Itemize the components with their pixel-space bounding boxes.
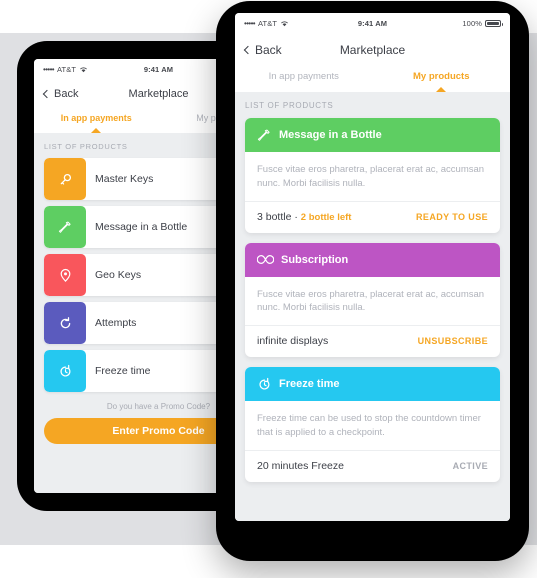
product-card-title: Subscription (281, 253, 349, 266)
product-card-footer: 20 minutes Freeze ACTIVE (245, 449, 500, 482)
pin-icon (44, 254, 86, 296)
infinity-icon (257, 254, 274, 265)
list-item-label: Message in a Bottle (95, 221, 188, 233)
signal-dots-icon: ••••• (244, 18, 256, 28)
back-button[interactable]: Back (42, 88, 79, 100)
product-card-title: Message in a Bottle (279, 129, 382, 141)
list-item-label: Geo Keys (95, 269, 142, 281)
back-button[interactable]: Back (243, 43, 282, 57)
back-button-label: Back (255, 43, 282, 57)
product-remaining: 2 bottle left (300, 211, 352, 223)
back-button-label: Back (54, 88, 79, 100)
product-card-title: Freeze time (279, 378, 340, 391)
status-bar-front: ••••• AT&T 9:41 AM 100% (235, 13, 510, 33)
carrier-label: AT&T (258, 18, 278, 28)
bottle-icon (44, 206, 86, 248)
carrier-label: AT&T (57, 64, 77, 74)
chevron-left-icon (42, 89, 52, 99)
battery-icon (485, 19, 503, 27)
refresh-icon (44, 302, 86, 344)
tab-in-app-payments[interactable]: In app payments (235, 67, 373, 88)
section-label: LIST OF PRODUCTS (245, 101, 334, 110)
bottle-icon (257, 128, 272, 143)
product-action-button[interactable]: READY TO USE (416, 212, 488, 222)
tab-in-app-payments[interactable]: In app payments (34, 109, 159, 129)
product-card-description: Freeze time can be used to stop the coun… (257, 413, 481, 438)
product-card[interactable]: Subscription Fusce vitae eros pharetra, … (245, 242, 500, 358)
product-amount: infinite displays (257, 335, 329, 348)
list-item-label: Attempts (95, 317, 137, 329)
product-card-description: Fusce vitae eros pharetra, placerat erat… (257, 288, 485, 314)
tab-my-products[interactable]: My products (373, 67, 511, 88)
battery-percent-label: 100% (462, 18, 482, 28)
clock-label: 9:41 AM (143, 64, 174, 74)
product-card-header: Message in a Bottle (245, 118, 500, 152)
wifi-icon (79, 66, 88, 73)
product-card[interactable]: Message in a Bottle Fusce vitae eros pha… (245, 118, 500, 233)
wifi-icon (280, 20, 289, 27)
product-card-description: Fusce vitae eros pharetra, placerat erat… (257, 164, 485, 189)
product-card-footer: 3 bottle · 2 bottle left READY TO USE (245, 200, 500, 233)
product-separator: · (291, 210, 301, 223)
key-icon (44, 158, 86, 200)
product-status-badge: ACTIVE (452, 460, 488, 471)
timer-icon (44, 350, 86, 392)
list-item-label: Master Keys (95, 173, 154, 185)
product-amount: 3 bottle (257, 210, 292, 223)
nav-bar-front: Back Marketplace (235, 33, 510, 67)
timer-icon (257, 377, 272, 392)
product-card[interactable]: Freeze time Freeze time can be used to s… (245, 367, 500, 482)
list-item-label: Freeze time (95, 365, 151, 377)
signal-dots-icon: ••••• (43, 64, 55, 74)
chevron-left-icon (243, 45, 253, 55)
product-action-button[interactable]: UNSUBSCRIBE (418, 336, 488, 346)
clock-label: 9:41 AM (357, 18, 388, 28)
content-front: LIST OF PRODUCTS Message in a Bottle Fus… (235, 92, 510, 521)
product-card-header: Freeze time (245, 367, 500, 402)
tab-bar-front: In app payments My products (235, 67, 510, 92)
product-card-header: Subscription (245, 242, 500, 277)
screen-front: ••••• AT&T 9:41 AM 100% Back Marketplace… (235, 13, 510, 521)
product-amount: 20 minutes Freeze (257, 459, 344, 472)
phone-mockup-front: ••••• AT&T 9:41 AM 100% Back Marketplace… (216, 1, 529, 561)
product-card-footer: infinite displays UNSUBSCRIBE (245, 325, 500, 357)
